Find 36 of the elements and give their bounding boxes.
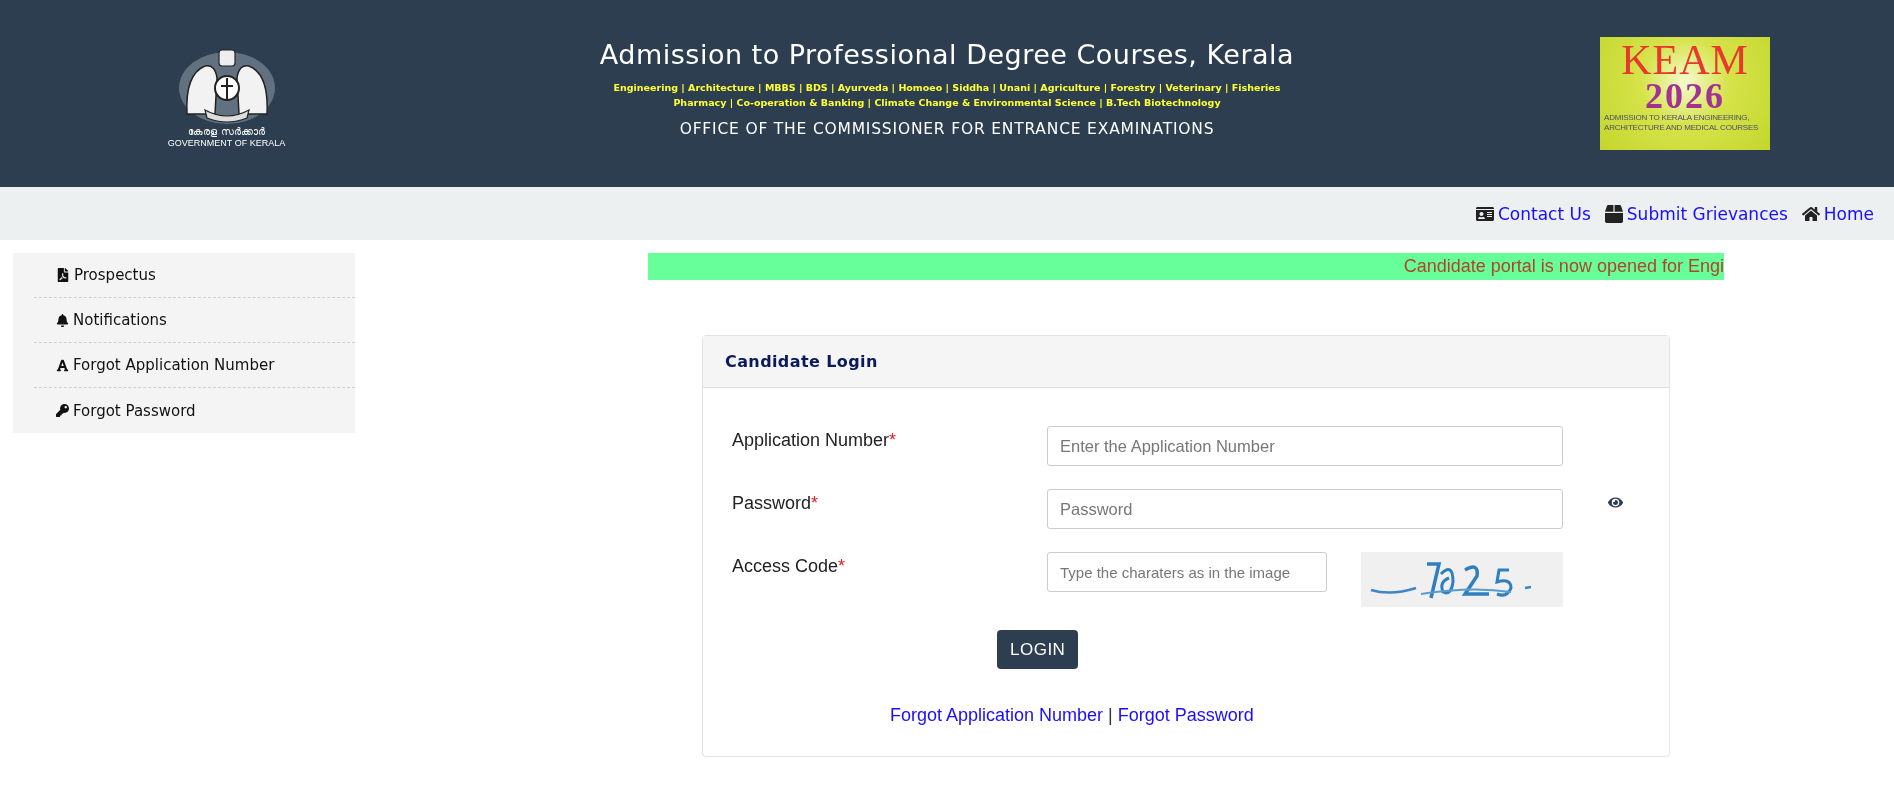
ticker-text: Candidate portal is now opened for Engi [1403, 256, 1724, 277]
sidebar-item[interactable]: Prospectus [34, 253, 355, 298]
emblem-script-text: കേരള സർക്കാർ [188, 126, 265, 138]
nav-link[interactable]: Contact Us [1475, 203, 1591, 224]
logo-caption: ADMISSION TO KERALA ENGINEERING, [1603, 113, 1750, 123]
input-field[interactable]: Enter the Application Number [1047, 426, 1563, 466]
login-button[interactable]: LOGIN [997, 630, 1079, 669]
id-card-icon [1475, 204, 1494, 223]
logo-word: KEAM [1621, 41, 1749, 79]
course-list: Pharmacy | Co-operation & Banking | Climate Change & Environmental Science | B.Tech Biotechnology [673, 95, 1221, 110]
sidebar-item[interactable]: Forgot Password [34, 388, 355, 433]
course-list: Engineering | Architecture | MBBS | BDS | Ayurveda | Homoeo | Siddha | Unani | Agriculture | Forestry | Veterinary | Fisheries [613, 80, 1281, 95]
key-icon [56, 404, 69, 417]
field-label: Password* [732, 492, 820, 514]
nav-link[interactable]: Home [1801, 203, 1874, 224]
site-title: Admission to Professional Degree Courses, Kerala [599, 39, 1295, 70]
field-label: Application Number* [732, 429, 898, 451]
home-icon [1801, 204, 1820, 223]
letter-icon [56, 358, 69, 372]
emblem-caption: GOVERNMENT OF KERALA [167, 138, 286, 149]
sidebar-item[interactable]: Forgot Application Number [34, 343, 355, 388]
field-label: Access Code* [732, 555, 847, 577]
logo-year: 2026 [1645, 79, 1725, 113]
office-name: OFFICE OF THE COMMISSIONER FOR ENTRANCE EXAMINATIONS [679, 120, 1215, 138]
logo-caption: ARCHITECTURE AND MEDICAL COURSES [1603, 123, 1759, 133]
card-title: Candidate Login [725, 352, 878, 371]
nav-link[interactable]: Submit Grievances [1604, 203, 1788, 224]
pdf-file-icon [56, 268, 70, 282]
input-field[interactable]: Password [1047, 489, 1563, 529]
box-icon [1604, 204, 1623, 223]
bell-icon [56, 313, 69, 327]
link-separator: | [1108, 705, 1113, 726]
sidebar-item[interactable]: Notifications [34, 298, 355, 343]
forgot-link[interactable]: Forgot Application Number [890, 705, 1104, 726]
input-field[interactable]: Type the charaters as in the image [1047, 552, 1327, 592]
forgot-link[interactable]: Forgot Password [1117, 705, 1254, 726]
